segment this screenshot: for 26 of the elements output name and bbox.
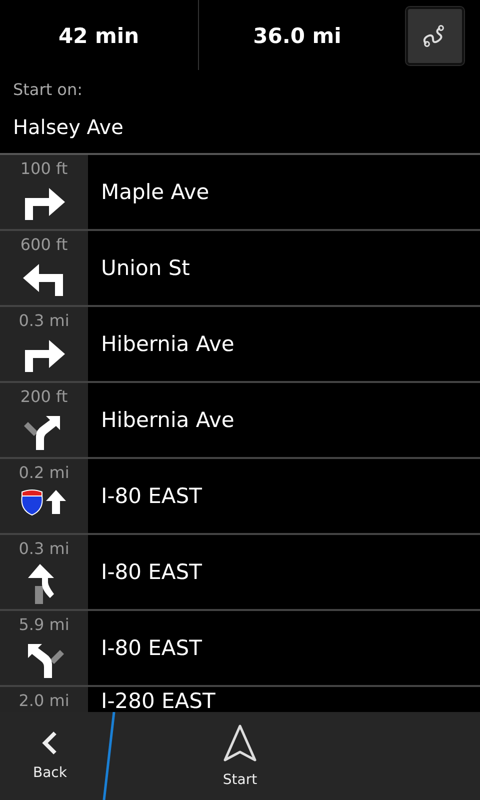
route-squiggle-icon (423, 25, 447, 47)
step-street[interactable]: I-80 EAST (101, 560, 202, 584)
step-distance: 0.2 mi (18, 463, 70, 482)
step-street[interactable]: Union St (101, 256, 190, 280)
back-chevron-icon (42, 731, 58, 755)
start-button[interactable]: Start (120, 712, 360, 800)
route-overview-button[interactable] (406, 7, 464, 65)
step-street[interactable]: Hibernia Ave (101, 332, 234, 356)
step-distance: 600 ft (20, 235, 68, 254)
step-street[interactable]: Maple Ave (101, 180, 210, 204)
trip-time: 42 min (57, 24, 140, 48)
step-street[interactable]: Hibernia Ave (101, 408, 234, 432)
step-distance: 0.3 mi (18, 311, 70, 330)
step-street[interactable]: I-280 EAST (101, 689, 216, 712)
navigation-arrow-icon (223, 724, 257, 762)
step-distance: 5.9 mi (18, 615, 70, 634)
step-distance: 0.3 mi (18, 539, 70, 558)
step-street[interactable]: I-80 EAST (101, 636, 202, 660)
step-distance: 100 ft (20, 159, 68, 178)
start-on-label: Start on: (12, 79, 84, 99)
interstate-shield-up-arrow-icon (20, 488, 68, 516)
trip-distance: 36.0 mi (252, 24, 342, 48)
step-distance: 2.0 mi (18, 691, 70, 710)
back-button[interactable]: Back (0, 712, 100, 800)
step-distance: 200 ft (20, 387, 68, 406)
step-street[interactable]: I-80 EAST (101, 484, 202, 508)
